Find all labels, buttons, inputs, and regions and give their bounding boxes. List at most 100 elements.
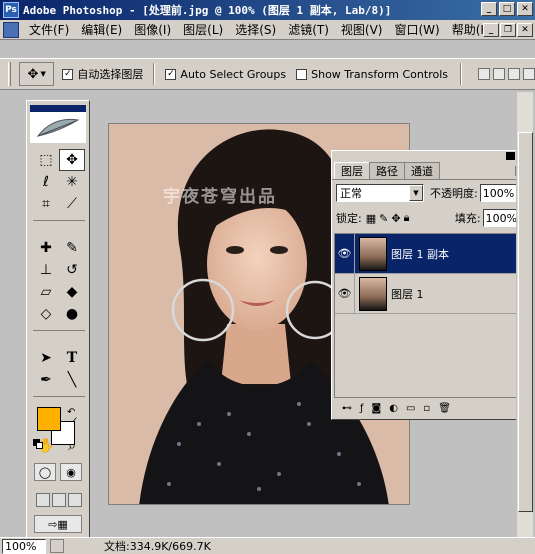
layer-style-icon[interactable]: ƒ	[360, 403, 364, 414]
link-layers-icon[interactable]: ⊷	[342, 403, 352, 414]
move-tool-icon[interactable]: ✥	[59, 149, 85, 171]
paint-bucket-tool-icon[interactable]: ◆	[59, 281, 85, 303]
zoom-field[interactable]: 100%	[2, 538, 46, 554]
crop-tool-icon[interactable]: ⌗	[33, 193, 59, 215]
vertical-scrollbar[interactable]	[516, 92, 533, 539]
lock-pixels-icon[interactable]: ✎	[379, 212, 388, 225]
layer-row[interactable]: 👁︎ 图层 1	[335, 273, 528, 314]
lock-all-icon[interactable]: 🔒︎	[404, 211, 410, 225]
screen-mode-full-menu-button[interactable]	[52, 493, 66, 507]
eye-icon[interactable]: 👁︎	[335, 273, 355, 314]
standard-mode-button[interactable]: ◯	[34, 463, 56, 481]
new-group-icon[interactable]: ▭	[406, 403, 415, 414]
checkbox-label: 自动选择图层	[77, 68, 144, 81]
status-bar: 100% 文档:334.9K/669.7K	[0, 537, 535, 554]
menu-view[interactable]: 视图(V)	[335, 21, 389, 38]
checkbox-box	[296, 68, 308, 80]
adjustment-layer-icon[interactable]: ◐	[389, 403, 398, 414]
marquee-tool-icon[interactable]: ⬚	[33, 149, 59, 171]
quick-mask-mode-button[interactable]: ◉	[60, 463, 82, 481]
lasso-tool-icon[interactable]: ℓ	[33, 171, 59, 193]
fill-input[interactable]: 100%	[482, 209, 521, 227]
menu-select[interactable]: 选择(S)	[229, 21, 282, 38]
tab-paths[interactable]: 路径	[369, 162, 405, 179]
blend-mode-select[interactable]: 正常 ▼	[336, 184, 424, 202]
menu-edit[interactable]: 编辑(E)	[75, 21, 128, 38]
checkbox-box: ✓	[62, 68, 74, 80]
type-tool-icon[interactable]: T	[59, 347, 85, 369]
lock-transparency-icon[interactable]: ▦	[366, 212, 376, 225]
menu-file[interactable]: 文件(F)	[23, 21, 75, 38]
close-button[interactable]: ✕	[517, 2, 533, 16]
lock-label: 锁定:	[336, 212, 362, 225]
pen-tool-icon[interactable]: ✒	[33, 369, 59, 391]
layer-thumbnail	[359, 276, 387, 311]
jump-to-imageready-button[interactable]: ⇨▦	[34, 515, 82, 533]
menu-layer[interactable]: 图层(L)	[177, 21, 229, 38]
minimize-button[interactable]: _	[481, 2, 497, 16]
scrollbar-thumb[interactable]	[518, 132, 533, 512]
dodge-tool-icon[interactable]: ●	[59, 303, 85, 325]
menu-bar: 文件(F) 编辑(E) 图像(I) 图层(L) 选择(S) 滤镜(T) 视图(V…	[0, 20, 535, 40]
screen-mode-full-button[interactable]	[68, 493, 82, 507]
feather-icon	[36, 118, 80, 137]
layer-name: 图层 1	[391, 287, 424, 301]
menu-filter[interactable]: 滤镜(T)	[282, 21, 335, 38]
chevron-down-icon: ▼	[409, 185, 423, 201]
layer-row[interactable]: 👁︎ 图层 1 副本	[335, 233, 528, 274]
doc-close-button[interactable]: ✕	[517, 23, 533, 37]
window-title: Adobe Photoshop - [处理前.jpg @ 100% (图层 1 …	[23, 4, 392, 17]
opacity-label: 不透明度:	[430, 187, 478, 200]
document-icon[interactable]	[3, 21, 19, 38]
brush-tool-icon[interactable]: ✎	[59, 237, 85, 259]
palette-minimize-button[interactable]	[506, 152, 515, 160]
default-colors-icon[interactable]	[33, 439, 43, 449]
eye-icon[interactable]: 👁︎	[335, 233, 355, 274]
watermark-text: 宇夜苍穹出品	[163, 187, 277, 207]
title-bar: Ps Adobe Photoshop - [处理前.jpg @ 100% (图层…	[0, 0, 535, 20]
path-selection-tool-icon[interactable]: ➤	[33, 347, 59, 369]
maximize-button[interactable]: □	[499, 2, 515, 16]
blend-mode-value: 正常	[340, 187, 362, 200]
status-menu-button[interactable]	[50, 539, 64, 553]
delete-layer-icon[interactable]: 🗑︎	[438, 403, 451, 414]
photoshop-app-icon: Ps	[3, 2, 19, 18]
layers-palette: 图层 路径 通道 ▶ 正常 ▼ 不透明度: 100% ▶ 锁定: ▦ ✎ ✥ 🔒…	[331, 150, 532, 420]
magic-wand-tool-icon[interactable]: ✳	[59, 171, 85, 193]
show-transform-controls-checkbox[interactable]: Show Transform Controls	[296, 68, 448, 81]
line-tool-icon[interactable]: ╲	[59, 369, 85, 391]
doc-minimize-button[interactable]: _	[483, 23, 499, 37]
clone-stamp-tool-icon[interactable]: ⊥	[33, 259, 59, 281]
tab-channels[interactable]: 通道	[404, 162, 440, 179]
align-bottom-icon[interactable]	[508, 68, 520, 80]
auto-select-layer-checkbox[interactable]: ✓ 自动选择图层	[62, 66, 143, 82]
tool-preset-picker[interactable]: ✥ ▼	[18, 62, 55, 86]
opacity-input[interactable]: 100%	[479, 184, 518, 202]
align-middle-icon[interactable]	[493, 68, 505, 80]
fill-label: 填充:	[454, 212, 481, 225]
align-left-icon[interactable]	[523, 68, 535, 80]
tab-layers[interactable]: 图层	[334, 162, 370, 179]
layer-mask-icon[interactable]: ◙	[372, 403, 382, 414]
move-tool-icon: ✥	[27, 66, 39, 82]
blur-tool-icon[interactable]: ◇	[33, 303, 59, 325]
slice-tool-icon[interactable]: ⟋	[59, 193, 85, 215]
history-brush-tool-icon[interactable]: ↺	[59, 259, 85, 281]
auto-select-groups-checkbox[interactable]: ✓ Auto Select Groups	[165, 68, 286, 81]
lock-position-icon[interactable]: ✥	[391, 212, 400, 225]
healing-brush-tool-icon[interactable]: ✚	[33, 237, 59, 259]
blend-row: 正常 ▼ 不透明度: 100% ▶	[332, 180, 531, 206]
foreground-color-swatch[interactable]	[37, 407, 61, 431]
menu-window[interactable]: 窗口(W)	[388, 21, 445, 38]
eraser-tool-icon[interactable]: ▱	[33, 281, 59, 303]
screen-mode-standard-button[interactable]	[36, 493, 50, 507]
menu-image[interactable]: 图像(I)	[128, 21, 177, 38]
align-top-icon[interactable]	[478, 68, 490, 80]
new-layer-icon[interactable]: ▫	[423, 403, 430, 414]
photoshop-feather-logo[interactable]	[30, 105, 86, 143]
palette-title-bar[interactable]	[332, 151, 531, 162]
swap-colors-icon[interactable]: ↶	[67, 407, 75, 418]
options-bar-grip[interactable]	[8, 62, 11, 86]
doc-restore-button[interactable]: ❐	[500, 23, 516, 37]
layer-thumbnail	[359, 236, 387, 271]
